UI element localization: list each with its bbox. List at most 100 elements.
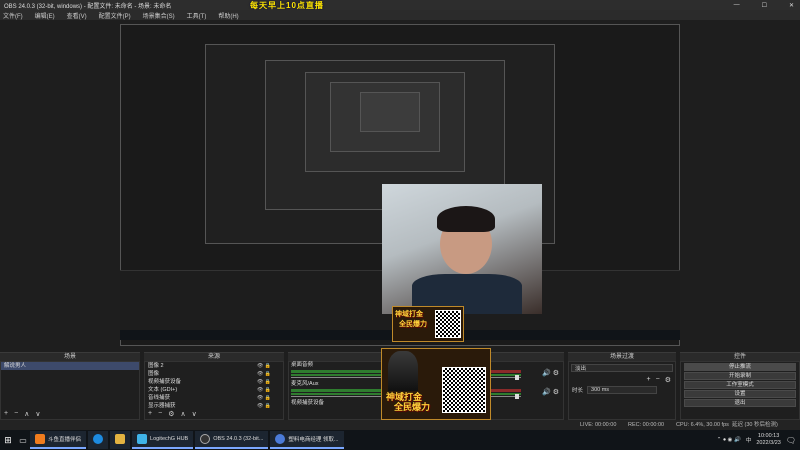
scene-item[interactable]: 解说男人 xyxy=(1,362,139,370)
mixer-panel: 桌面音频 🔊 ⚙ 麦克风/Aux 🔊 ⚙ 视频捕获设备 神域打金 全民爆力 xyxy=(288,348,564,420)
move-down-button[interactable]: ∨ xyxy=(35,410,40,418)
taskbar-item-explorer[interactable] xyxy=(110,431,131,449)
source-item[interactable]: 显示器捕获 👁 🔒 xyxy=(145,402,283,410)
clock-time: 10:00:13 xyxy=(757,433,780,439)
system-tray: ⌃ ● ◉ 🔊 中 10:00:13 2022/3/23 🗨 xyxy=(717,430,796,450)
promo-person xyxy=(388,351,418,391)
eye-icon[interactable]: 👁 🔒 xyxy=(257,394,271,402)
eye-icon[interactable]: 👁 🔒 xyxy=(257,362,271,370)
scenes-toolbar: + − ∧ ∨ xyxy=(4,410,40,418)
taskbar-item-douyu[interactable]: 斗鱼直播伴侣 xyxy=(30,431,87,449)
move-down-button[interactable]: ∨ xyxy=(192,410,197,418)
add-transition-button[interactable]: + xyxy=(647,376,651,384)
preview-canvas[interactable]: 神域打金 全民爆力 xyxy=(120,24,680,346)
transition-select[interactable]: 淡出 xyxy=(571,364,673,372)
duration-label: 时长 xyxy=(572,388,584,394)
taskbar-label: 塑料电商经理 领取... xyxy=(288,437,339,443)
taskbar-label: OBS 24.0.3 (32-bit... xyxy=(213,436,264,442)
volume-slider-thumb[interactable] xyxy=(515,394,519,399)
promo-line2: 全民爆力 xyxy=(394,402,431,412)
transitions-header: 场景过渡 xyxy=(568,352,676,361)
taskbar-item-logitech[interactable]: LogitechG HUB xyxy=(132,431,194,449)
eye-icon[interactable]: 👁 🔒 xyxy=(257,402,271,410)
browser-icon xyxy=(275,434,286,444)
remove-source-button[interactable]: − xyxy=(158,410,162,418)
minimize-button[interactable]: — xyxy=(734,2,740,8)
source-item[interactable]: 视频捕获设备 👁 🔒 xyxy=(145,378,283,386)
settings-button[interactable]: 设置 xyxy=(684,390,796,398)
windows-start-icon[interactable]: ⊞ xyxy=(0,431,16,449)
clock[interactable]: 10:00:13 2022/3/23 xyxy=(756,433,780,447)
source-label: 图像 2 xyxy=(148,363,164,369)
notification-icon[interactable]: 🗨 xyxy=(786,436,796,445)
nested-ad: 神域打金 全民爆力 xyxy=(392,306,464,342)
duration-input[interactable]: 300 ms xyxy=(587,386,658,394)
source-item[interactable]: 音线捕获 👁 🔒 xyxy=(145,394,283,402)
nested-ad-line2: 全民爆力 xyxy=(399,321,427,328)
nested-ad-line1: 神域打金 xyxy=(395,311,423,318)
menu-file[interactable]: 文件(F) xyxy=(3,11,23,20)
transitions-panel: 淡出 + − ⚙ 时长 300 ms xyxy=(568,361,676,420)
transition-tools: + − ⚙ xyxy=(647,376,671,384)
volume-slider-thumb[interactable] xyxy=(515,375,519,380)
start-recording-button[interactable]: 开始录制 xyxy=(684,372,796,380)
taskbar-item-browser[interactable]: 塑料电商经理 领取... xyxy=(270,431,344,449)
controls-header: 控件 xyxy=(680,352,800,361)
sources-header: 来源 xyxy=(144,352,284,361)
menu-view[interactable]: 查看(V) xyxy=(67,11,87,20)
close-button[interactable]: ✕ xyxy=(789,2,794,9)
speaker-icon[interactable]: 🔊 ⚙ xyxy=(542,388,559,396)
rec-status: REC: 00:00:00 xyxy=(628,422,665,428)
source-item[interactable]: 图像 👁 🔒 xyxy=(145,370,283,378)
obs-icon xyxy=(200,434,211,444)
remove-transition-button[interactable]: − xyxy=(656,376,660,384)
taskbar-label: LogitechG HUB xyxy=(150,436,189,442)
move-up-button[interactable]: ∧ xyxy=(180,410,185,418)
qr-code-icon xyxy=(442,367,486,413)
cpu-status: CPU: 6.4%, 30.00 fps xyxy=(676,422,729,428)
menu-scene-collection[interactable]: 场景集合(S) xyxy=(143,11,175,20)
window-title-bar: OBS 24.0.3 (32-bit, windows) - 配置文件: 未命名… xyxy=(0,0,800,10)
source-item[interactable]: 图像 2 👁 🔒 xyxy=(145,362,283,370)
move-up-button[interactable]: ∧ xyxy=(24,410,29,418)
logitech-icon xyxy=(137,434,148,444)
exit-button[interactable]: 退出 xyxy=(684,399,796,407)
studio-mode-button[interactable]: 工作室模式 xyxy=(684,381,796,389)
remove-scene-button[interactable]: − xyxy=(14,410,18,418)
scenes-panel: 解说男人 + − ∧ ∨ xyxy=(0,361,140,420)
source-item[interactable]: 文本 (GDI+) 👁 🔒 xyxy=(145,386,283,394)
folder-icon xyxy=(115,434,126,444)
menu-help[interactable]: 帮助(H) xyxy=(218,11,238,20)
taskbar-item-obs[interactable]: OBS 24.0.3 (32-bit... xyxy=(195,431,269,449)
nested-obs-6 xyxy=(360,92,420,132)
menu-profile[interactable]: 配置文件(P) xyxy=(99,11,131,20)
taskbar-label: 斗鱼直播伴侣 xyxy=(48,437,82,443)
speaker-icon[interactable]: 🔊 ⚙ xyxy=(542,369,559,377)
input-language[interactable]: 中 xyxy=(746,436,752,444)
task-view-icon[interactable]: ▭ xyxy=(16,431,30,449)
status-bar: LIVE: 00:00:00 REC: 00:00:00 CPU: 6.4%, … xyxy=(0,420,800,430)
latency-status: 延迟 (30 秒后检测) xyxy=(732,422,778,428)
tray-icons[interactable]: ⌃ ● ◉ 🔊 xyxy=(717,437,741,443)
add-scene-button[interactable]: + xyxy=(4,410,8,418)
eye-icon[interactable]: 👁 🔒 xyxy=(257,386,271,394)
source-label: 显示器捕获 xyxy=(148,403,176,409)
maximize-button[interactable]: ☐ xyxy=(762,2,767,9)
menu-tools[interactable]: 工具(T) xyxy=(187,11,207,20)
taskbar-item-edge[interactable] xyxy=(88,431,109,449)
source-settings-button[interactable]: ⚙ xyxy=(168,410,174,418)
menu-edit[interactable]: 编辑(E) xyxy=(35,11,55,20)
windows-taskbar: ⊞ ▭ 斗鱼直播伴侣 LogitechG HUB OBS 24.0.3 (32-… xyxy=(0,430,800,450)
sources-panel: 图像 2 👁 🔒 图像 👁 🔒 视频捕获设备 👁 🔒 文本 (GDI+) 👁 🔒 音线捕… xyxy=(144,361,284,420)
person-hair xyxy=(437,206,495,232)
webcam-feed xyxy=(382,184,542,314)
eye-icon[interactable]: 👁 🔒 xyxy=(257,378,271,386)
eye-icon[interactable]: 👁 🔒 xyxy=(257,370,271,378)
stop-streaming-button[interactable]: 停止推流 xyxy=(684,363,796,371)
live-status: LIVE: 00:00:00 xyxy=(580,422,617,428)
transition-settings-button[interactable]: ⚙ xyxy=(665,376,671,384)
duration-row: 时长 300 ms xyxy=(572,386,658,394)
promo-ad: 神域打金 全民爆力 xyxy=(381,348,491,420)
add-source-button[interactable]: + xyxy=(148,410,152,418)
source-label: 文本 (GDI+) xyxy=(148,387,178,393)
